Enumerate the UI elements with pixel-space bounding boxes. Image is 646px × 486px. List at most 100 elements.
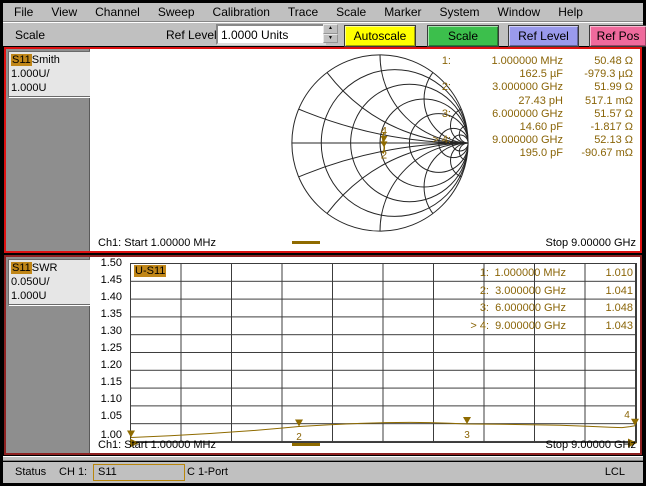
blank bbox=[411, 95, 451, 108]
marker-equivalent: 27.43 pH bbox=[451, 95, 563, 108]
marker-reactance: -1.817 Ω bbox=[563, 121, 633, 134]
swr-marker3-triangle[interactable] bbox=[463, 417, 471, 424]
smith-marker-readout: 1:1.000000 MHz50.48 Ω 162.5 µF-979.3 µΩ … bbox=[411, 55, 633, 161]
marker-value: 1.010 bbox=[566, 265, 633, 283]
marker-reactance: -979.3 µΩ bbox=[563, 68, 633, 81]
marker-equivalent: 14.60 pF bbox=[451, 121, 563, 134]
smith-chart-panel: S11Smith 1.000U/ 1.000U bbox=[4, 47, 642, 253]
marker-num-active: > 4: bbox=[449, 318, 489, 336]
menu-trace[interactable]: Trace bbox=[279, 4, 327, 20]
menu-bar: File View Channel Sweep Calibration Trac… bbox=[3, 3, 643, 21]
y-tick-label: 1.50 bbox=[92, 257, 122, 269]
y-tick-label: 1.15 bbox=[92, 376, 122, 388]
sweep-stop-label: Stop 9.00000 GHz bbox=[545, 439, 636, 451]
y-tick-label: 1.40 bbox=[92, 291, 122, 303]
swr-panel: S11SWR 0.050U/ 1.000U 1.50 1.45 1.40 1.3… bbox=[4, 255, 642, 455]
swr-trace-param: S11 bbox=[11, 262, 32, 274]
ref-level-input[interactable] bbox=[216, 24, 326, 45]
swr-trace-format: SWR bbox=[32, 262, 58, 274]
swr-marker2-triangle[interactable] bbox=[295, 420, 303, 427]
menu-view[interactable]: View bbox=[42, 4, 86, 20]
marker-freq: 3.000000 GHz bbox=[489, 283, 566, 301]
smith-trace-ref: 1.000U bbox=[11, 81, 88, 95]
window-gutter bbox=[3, 456, 643, 461]
smith-marker-triangle[interactable] bbox=[380, 141, 387, 147]
ref-level-label: Ref Level bbox=[166, 28, 217, 42]
swr-plot-area: 1.50 1.45 1.40 1.35 1.30 1.25 1.20 1.15 … bbox=[90, 257, 640, 453]
smith-marker4-glyph: 4 bbox=[381, 126, 388, 138]
smith-trace-sidebar: S11Smith 1.000U/ 1.000U bbox=[6, 49, 90, 251]
menu-calibration[interactable]: Calibration bbox=[204, 4, 279, 20]
y-tick-label: 1.20 bbox=[92, 359, 122, 371]
channel-label: CH 1: bbox=[59, 466, 87, 478]
marker-num: 1: bbox=[411, 55, 451, 68]
marker-freq: 9.000000 GHz bbox=[489, 318, 566, 336]
marker-freq: 6.000000 GHz bbox=[451, 108, 563, 121]
swr-trace-ref: 1.000U bbox=[11, 289, 88, 303]
spinner-down-button[interactable]: ▼ bbox=[323, 34, 338, 44]
marker-reactance: -90.67 mΩ bbox=[563, 147, 633, 160]
status-label: Status bbox=[15, 466, 46, 478]
smith-marker-triangle[interactable] bbox=[380, 136, 387, 142]
smith-trace-format: Smith bbox=[32, 54, 60, 66]
y-tick-label: 1.35 bbox=[92, 308, 122, 320]
blank bbox=[411, 68, 451, 81]
smith-trace-param: S11 bbox=[11, 54, 32, 66]
marker-value: 1.041 bbox=[566, 283, 633, 301]
menu-channel[interactable]: Channel bbox=[86, 4, 149, 20]
y-tick-label: 1.10 bbox=[92, 393, 122, 405]
menu-help[interactable]: Help bbox=[549, 4, 592, 20]
swr-marker4-glyph: 4 bbox=[624, 410, 630, 421]
swr-trace-label: U-S11 bbox=[134, 265, 166, 277]
correction-status: C 1-Port bbox=[187, 466, 228, 478]
smith-trace-info-box[interactable]: S11Smith 1.000U/ 1.000U bbox=[8, 51, 91, 97]
marker-num: 2: bbox=[449, 283, 489, 301]
marker-freq: 1.000000 MHz bbox=[489, 265, 566, 283]
menu-scale[interactable]: Scale bbox=[327, 4, 375, 20]
autoscale-button[interactable]: Autoscale bbox=[344, 25, 416, 47]
scale-button[interactable]: Scale bbox=[427, 25, 499, 47]
sweep-start-label: Ch1: Start 1.00000 MHz bbox=[98, 237, 216, 249]
menu-sweep[interactable]: Sweep bbox=[149, 4, 204, 20]
marker-num-active: > 4: bbox=[411, 134, 451, 147]
marker-num: 1: bbox=[449, 265, 489, 283]
status-bar: Status CH 1: S11 C 1-Port LCL bbox=[3, 462, 643, 483]
smith-trace-scale: 1.000U/ bbox=[11, 67, 88, 81]
ref-pos-button[interactable]: Ref Pos bbox=[589, 25, 646, 47]
menu-file[interactable]: File bbox=[5, 4, 42, 20]
y-tick-label: 1.30 bbox=[92, 325, 122, 337]
ref-level-spinner: ▲ ▼ bbox=[323, 24, 338, 43]
marker-num: 3: bbox=[411, 108, 451, 121]
marker-freq: 6.000000 GHz bbox=[489, 300, 566, 318]
ref-level-button[interactable]: Ref Level bbox=[508, 25, 579, 47]
smith-marker2-glyph: 2 bbox=[381, 149, 387, 161]
spinner-up-button[interactable]: ▲ bbox=[323, 24, 338, 34]
marker-value: 1.048 bbox=[566, 300, 633, 318]
marker-num: 3: bbox=[449, 300, 489, 318]
swr-marker-readout: 1:1.000000 MHz1.010 2:3.000000 GHz1.041 … bbox=[449, 265, 633, 335]
swr-footer: Ch1: Start 1.00000 MHz Stop 9.00000 GHz bbox=[90, 437, 640, 453]
toolbar-mode-label: Scale bbox=[15, 28, 45, 42]
marker-value: 1.043 bbox=[566, 318, 633, 336]
menu-marker[interactable]: Marker bbox=[375, 4, 430, 20]
vna-application-window: File View Channel Sweep Calibration Trac… bbox=[0, 0, 646, 486]
swr-trace-sidebar: S11SWR 0.050U/ 1.000U bbox=[6, 257, 90, 453]
smith-footer: Ch1: Start 1.00000 MHz Stop 9.00000 GHz bbox=[90, 235, 640, 251]
trace-color-legend-dash bbox=[292, 241, 320, 244]
menu-window[interactable]: Window bbox=[489, 4, 550, 20]
swr-trace bbox=[131, 422, 635, 437]
marker-reactance: 517.1 mΩ bbox=[563, 95, 633, 108]
scale-toolbar: Scale Ref Level ▲ ▼ Autoscale Scale Ref … bbox=[3, 21, 643, 46]
swr-marker4-triangle[interactable] bbox=[631, 419, 639, 426]
marker-freq: 3.000000 GHz bbox=[451, 81, 563, 94]
menu-system[interactable]: System bbox=[431, 4, 489, 20]
y-tick-label: 1.45 bbox=[92, 274, 122, 286]
marker-impedance: 51.99 Ω bbox=[563, 81, 633, 94]
marker-equivalent: 162.5 µF bbox=[451, 68, 563, 81]
marker-freq: 9.000000 GHz bbox=[451, 134, 563, 147]
marker-impedance: 52.13 Ω bbox=[563, 134, 633, 147]
blank bbox=[411, 121, 451, 134]
swr-trace-info-box[interactable]: S11SWR 0.050U/ 1.000U bbox=[8, 259, 91, 305]
blank bbox=[411, 147, 451, 160]
marker-impedance: 51.57 Ω bbox=[563, 108, 633, 121]
